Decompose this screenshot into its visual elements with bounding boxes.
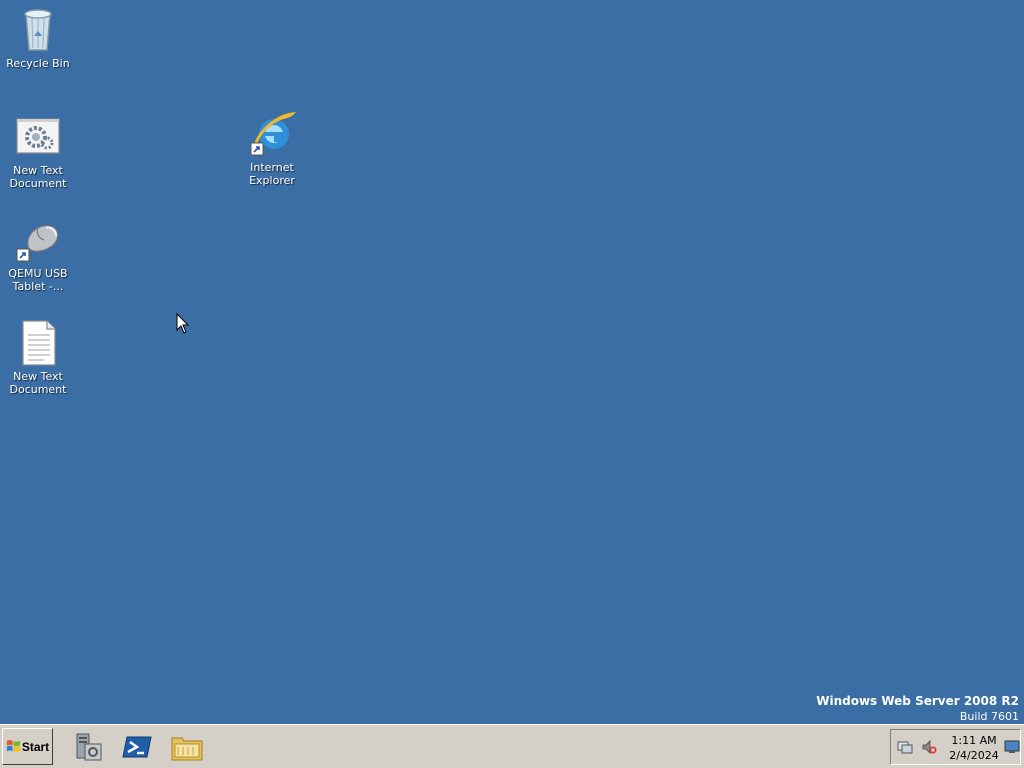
desktop-icon-label: Recycle Bin [6, 57, 70, 70]
network-icon[interactable] [897, 739, 913, 755]
usb-tablet-icon [16, 225, 59, 262]
os-edition-text: Windows Web Server 2008 R2 [816, 694, 1019, 708]
desktop[interactable]: Recycle Bin New Text Document Internet E… [0, 0, 1024, 724]
server-manager-icon [76, 733, 102, 761]
text-document-icon [22, 320, 56, 366]
show-desktop-icon[interactable] [1004, 740, 1020, 754]
os-build-text: Build 7601 [959, 710, 1019, 723]
desktop-icon-label: QEMU USB Tablet -... [8, 267, 68, 293]
mouse-cursor-icon [176, 313, 190, 334]
desktop-icon-recycle-bin[interactable]: Recycle Bin [0, 6, 76, 70]
desktop-icon-qemu-usb-tablet[interactable]: QEMU USB Tablet -... [0, 216, 76, 293]
desktop-icon-label: Internet Explorer [249, 161, 295, 187]
taskbar-windows-explorer[interactable] [170, 730, 204, 764]
taskbar-server-manager[interactable] [71, 730, 105, 764]
settings-document-icon [16, 118, 60, 154]
desktop-icon-label: New Text Document [9, 164, 67, 190]
windows-logo-icon [6, 740, 20, 752]
clock-time: 1:11 AM [951, 734, 997, 747]
volume-muted-icon[interactable] [921, 739, 937, 755]
clock-date: 2/4/2024 [949, 749, 999, 762]
folder-icon [171, 737, 203, 761]
taskbar-powershell[interactable] [120, 730, 154, 764]
desktop-icon-internet-explorer[interactable]: Internet Explorer [234, 110, 310, 187]
os-watermark: Windows Web Server 2008 R2 Build 7601 [816, 693, 1019, 725]
desktop-icon-label: New Text Document [9, 370, 67, 396]
start-button[interactable]: Start [2, 728, 53, 765]
system-tray: 1:11 AM 2/4/2024 [890, 729, 1021, 765]
powershell-icon [122, 736, 152, 758]
desktop-icon-new-text-document-2[interactable]: New Text Document [0, 319, 76, 396]
recycle-bin-icon [24, 9, 52, 51]
start-label: Start [21, 739, 50, 754]
desktop-icon-new-text-document[interactable]: New Text Document [0, 113, 76, 190]
internet-explorer-icon [250, 112, 296, 156]
taskbar: Start 1:11 AM 2/4/2024 [0, 724, 1024, 768]
clock[interactable]: 1:11 AM 2/4/2024 [944, 733, 1004, 763]
